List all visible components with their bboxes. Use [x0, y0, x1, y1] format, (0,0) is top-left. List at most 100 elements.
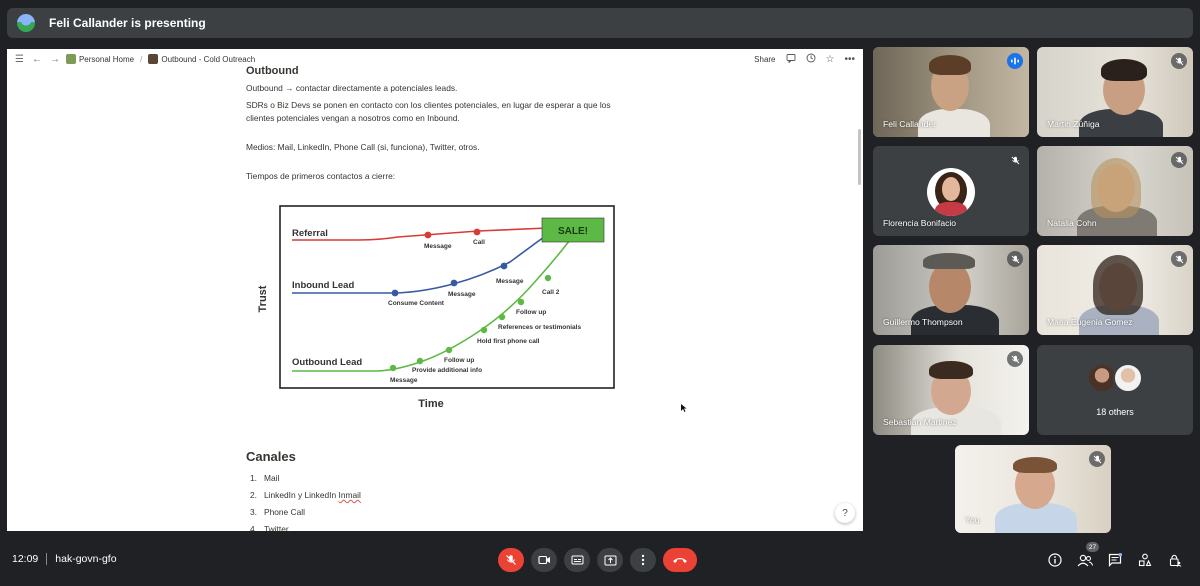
doc-heading: Outbound [246, 65, 299, 77]
participant-tile[interactable]: Martin Zúñiga [1037, 47, 1193, 137]
meeting-code: hak-govn-gfo [55, 553, 117, 565]
list-item: 2. LinkedIn y LinkedIn Inmail [250, 490, 361, 500]
series-outbound-label: Outbound Lead [292, 357, 362, 368]
mic-off-icon [1171, 53, 1187, 69]
people-button[interactable] [1076, 551, 1094, 569]
info-icon [1048, 553, 1062, 567]
label-in-consume: Consume Content [388, 300, 445, 307]
leave-call-button[interactable] [663, 548, 697, 572]
doc-paragraph-4: Tiempos de primeros contactos a cierre: [246, 171, 396, 181]
star-icon[interactable]: ☆ [826, 54, 835, 65]
point-in-message2 [500, 262, 508, 270]
breadcrumb-page[interactable]: Outbound - Cold Outreach [148, 54, 255, 64]
self-tile[interactable]: You [955, 445, 1111, 533]
point-out-followup2 [517, 298, 525, 306]
clock-icon[interactable] [806, 53, 816, 66]
captions-icon [571, 555, 583, 565]
chart-svg: Trust Time Referral Message Call Inbound… [248, 204, 626, 436]
others-count-label: 18 others [1096, 407, 1134, 417]
shapes-icon [1138, 553, 1152, 567]
meet-window: Feli Callander is presenting ☰ ← → Perso… [0, 0, 1200, 586]
point-in-message1 [450, 279, 458, 287]
clock-time: 12:09 [12, 553, 39, 565]
avatar [927, 168, 975, 216]
participant-tile[interactable]: Natalia Cohn [1037, 146, 1193, 236]
canales-section: Canales 1. Mail 2. LinkedIn y LinkedIn Inm… [246, 439, 666, 531]
point-out-references [498, 313, 506, 321]
participant-tile[interactable]: Sebastian Martinez [873, 345, 1029, 435]
comment-icon[interactable] [786, 53, 796, 66]
doc-paragraph-2: SDRs o Biz Devs se ponen en contacto con… [246, 100, 611, 123]
trust-time-chart: Trust Time Referral Message Call Inbound… [248, 204, 626, 436]
page-emoji-icon [148, 54, 159, 64]
participant-tile[interactable]: Maria Eugenia Gomez [1037, 245, 1193, 335]
breadcrumb-home[interactable]: Personal Home [65, 54, 134, 64]
point-out-holdcall [480, 326, 488, 334]
meeting-details-button[interactable] [1046, 551, 1064, 569]
chat-icon [1108, 553, 1122, 567]
breadcrumb-separator: / [140, 54, 143, 64]
point-out-followup1 [445, 346, 453, 354]
label-out-references: References or testimonials [498, 324, 581, 331]
presenter-avatar-icon [17, 14, 35, 32]
chat-button[interactable] [1106, 551, 1124, 569]
present-button[interactable] [597, 548, 623, 572]
label-ref-message: Message [424, 243, 452, 250]
meeting-info: 12:09 hak-govn-gfo [12, 553, 117, 565]
camera-icon [537, 555, 550, 565]
list-item: 4. Twitter [250, 524, 289, 531]
canales-heading: Canales [246, 449, 296, 464]
help-button[interactable]: ? [835, 503, 855, 523]
forward-arrow-icon[interactable]: → [50, 54, 60, 65]
point-out-call2 [544, 274, 552, 282]
participant-tile[interactable]: Guillermo Thompson [873, 245, 1029, 335]
people-icon [1077, 554, 1093, 566]
camera-toggle-button[interactable] [531, 548, 557, 572]
menu-icon[interactable]: ☰ [15, 54, 24, 65]
more-icon[interactable]: ••• [844, 54, 855, 65]
mic-off-icon [1089, 451, 1105, 467]
list-item: 3. Phone Call [250, 507, 305, 517]
notion-actions: Share ☆ ••• [754, 49, 855, 69]
participant-name: Maria Eugenia Gomez [1047, 317, 1133, 327]
back-arrow-icon[interactable]: ← [32, 54, 42, 65]
share-button[interactable]: Share [754, 55, 775, 64]
activities-button[interactable] [1136, 551, 1154, 569]
participant-tile[interactable]: Florencia Bonifacio [873, 146, 1029, 236]
presenting-text: Feli Callander is presenting [49, 16, 206, 30]
participant-tile[interactable]: Feli Callander [873, 47, 1029, 137]
series-inbound-label: Inbound Lead [292, 280, 354, 291]
point-out-provide [416, 357, 424, 365]
list-item: 1. Mail [250, 473, 280, 483]
scrollbar[interactable] [858, 129, 861, 185]
mic-off-icon [1171, 152, 1187, 168]
participant-name: Natalia Cohn [1047, 218, 1097, 228]
presenting-banner: Feli Callander is presenting [7, 8, 1193, 38]
hang-up-icon [673, 558, 687, 563]
captions-button[interactable] [564, 548, 590, 572]
label-in-message2: Message [496, 278, 524, 285]
label-out-call2: Call 2 [542, 289, 560, 296]
participant-name: Sebastian Martinez [883, 417, 957, 427]
mic-toggle-button[interactable] [498, 548, 524, 572]
shared-screen: ☰ ← → Personal Home / Outbound - Cold Ou… [7, 49, 863, 531]
more-vertical-icon [641, 554, 645, 566]
more-options-button[interactable] [630, 548, 656, 572]
doc-paragraph-3: Medios: Mail, LinkedIn, Phone Call (si, … [246, 142, 480, 152]
point-ref-message [424, 231, 432, 239]
point-out-message [389, 364, 397, 372]
present-screen-icon [604, 555, 616, 565]
point-in-consume [391, 289, 399, 297]
document-body: Outbound Outbound → contactar directamen… [246, 65, 666, 187]
avatar [1113, 363, 1143, 393]
label-out-provide: Provide additional info [412, 367, 482, 374]
participants-count-badge: 27 [1086, 542, 1099, 552]
label-out-holdcall: Hold first phone call [477, 338, 540, 345]
participant-name: You [965, 515, 980, 525]
mic-off-icon [1007, 251, 1023, 267]
point-ref-call [473, 228, 481, 236]
host-controls-button[interactable] [1166, 551, 1184, 569]
mic-off-icon [1007, 152, 1023, 168]
participant-name: Feli Callander [883, 119, 937, 129]
others-tile[interactable]: 18 others [1037, 345, 1193, 435]
